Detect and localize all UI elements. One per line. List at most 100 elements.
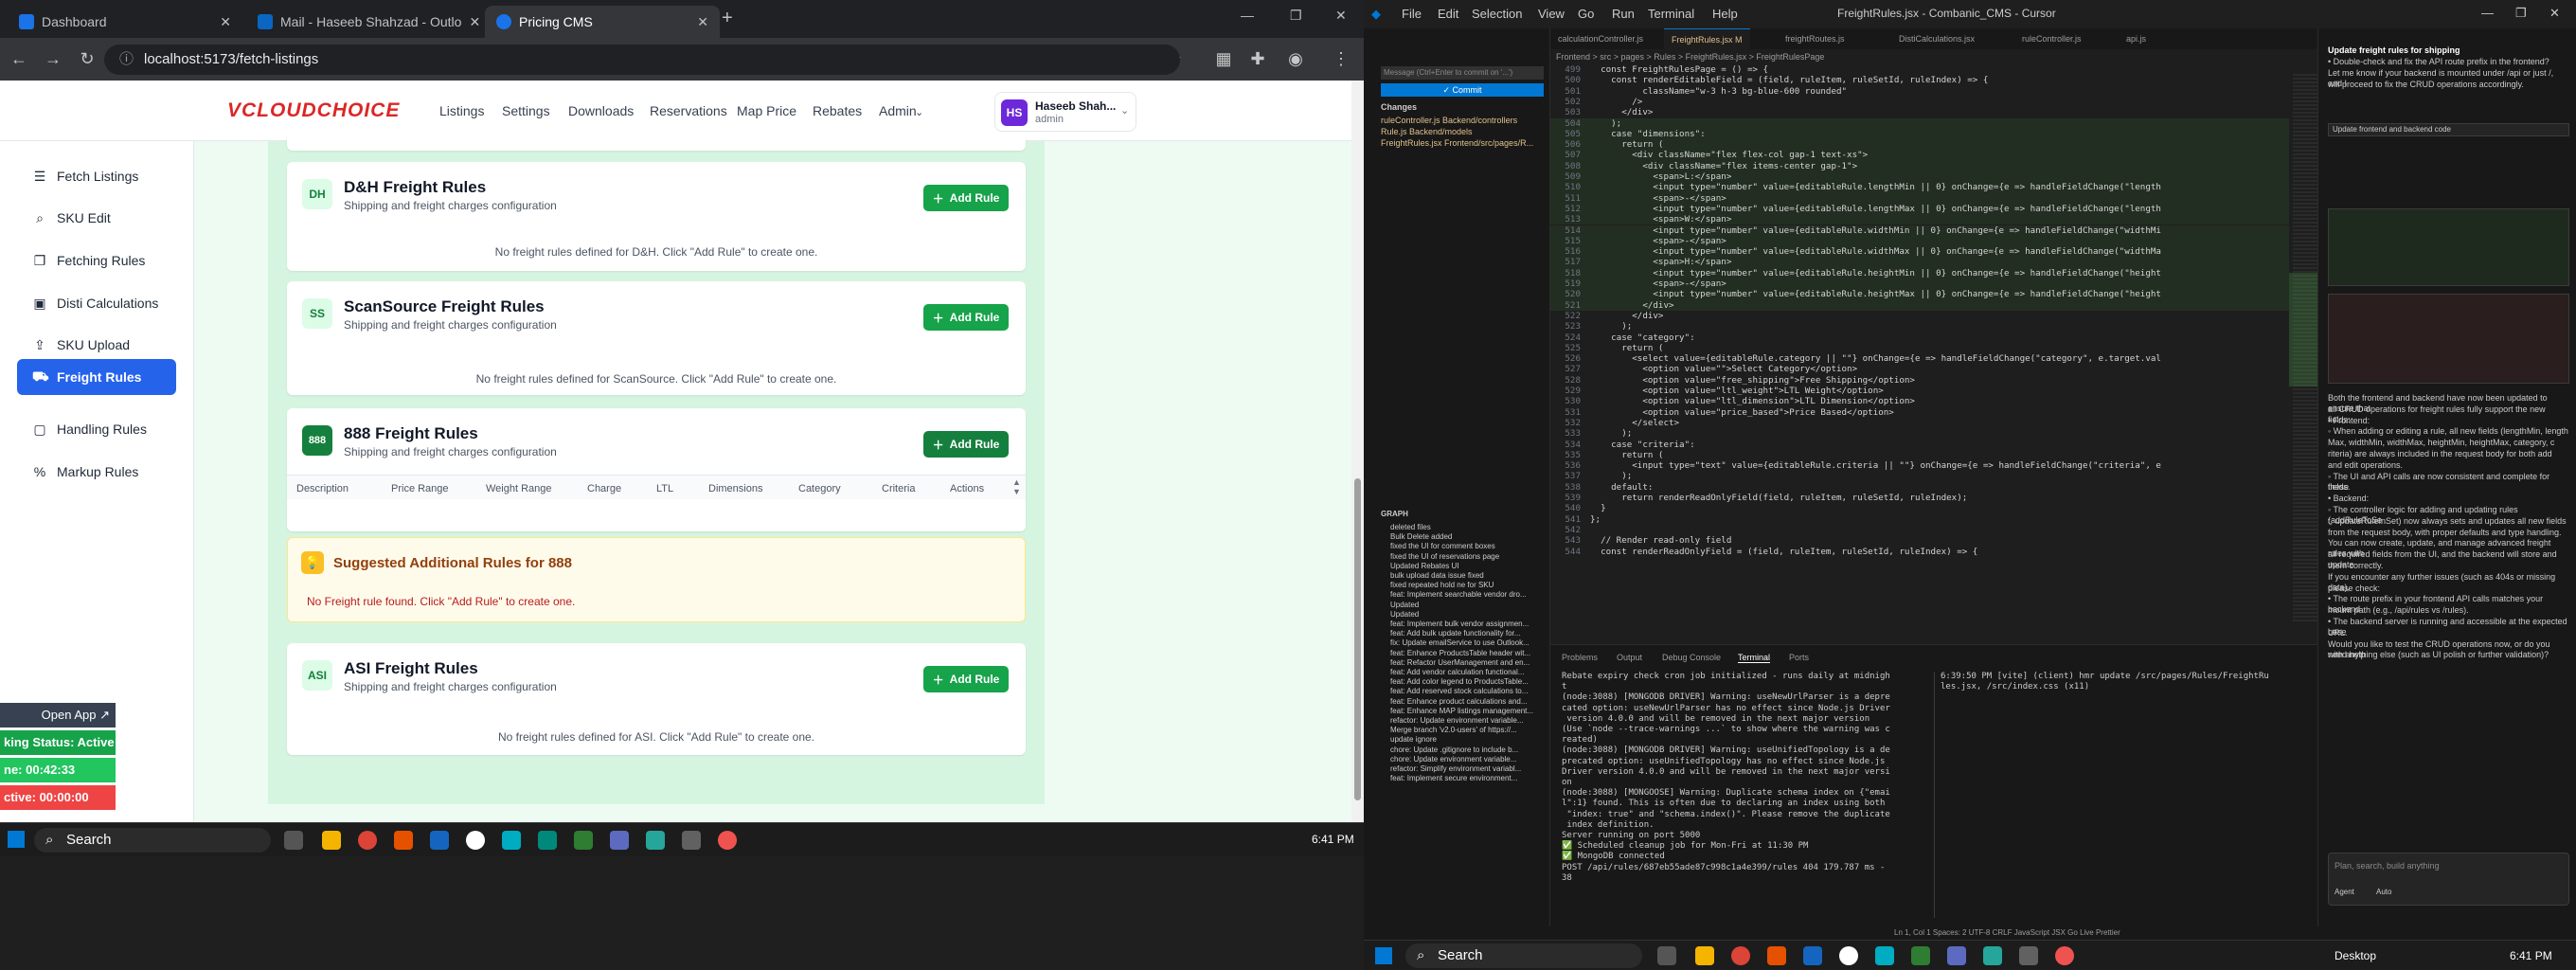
file-explorer-icon[interactable] <box>1695 946 1714 965</box>
code-line[interactable]: 532 </select> <box>1550 418 2289 428</box>
commit-item[interactable]: refactor: Simplify environment variabl..… <box>1381 764 1544 773</box>
code-line[interactable]: 520 <input type="number" value={editable… <box>1550 289 2289 300</box>
sidebar-item-handling-rules[interactable]: ▢ Handling Rules <box>17 411 176 447</box>
terminal-frontend[interactable]: 6:39:50 PM [vite] (client) hmr update /s… <box>1937 672 2278 918</box>
commit-item[interactable]: Bulk Delete added <box>1381 532 1544 541</box>
changed-file[interactable]: Rule.js Backend/models <box>1381 127 1544 136</box>
app-icon-8[interactable] <box>682 831 701 850</box>
commit-item[interactable]: fix: Update emailService to use Outlook.… <box>1381 638 1544 647</box>
address-bar[interactable]: ⓘ localhost:5173/fetch-listings <box>104 45 1180 75</box>
editor-tab[interactable]: api.js <box>2119 28 2154 49</box>
commit-item[interactable]: feat: Implement secure environment... <box>1381 774 1544 782</box>
commit-item[interactable]: deleted files <box>1381 523 1544 531</box>
code-line[interactable]: 499 const FreightRulesPage = () => { <box>1550 64 2289 75</box>
app-icon-1[interactable] <box>394 831 413 850</box>
sidebar-item-markup-rules[interactable]: % Markup Rules <box>17 454 176 490</box>
changes-header[interactable]: Changes <box>1381 102 1544 112</box>
commit-item[interactable]: feat: Add reserved stock calculations to… <box>1381 687 1544 695</box>
panel-tab-debug-console[interactable]: Debug Console <box>1662 653 1721 662</box>
app-icon-5[interactable] <box>1947 946 1966 965</box>
menu-terminal[interactable]: Terminal <box>1648 7 1694 21</box>
nav-settings[interactable]: Settings <box>502 103 550 118</box>
open-app-button[interactable]: Open App ↗ <box>0 703 116 728</box>
commit-item[interactable]: feat: Implement searchable vendor dro... <box>1381 590 1544 599</box>
code-line[interactable]: 500 const renderEditableField = (field, … <box>1550 75 2289 85</box>
close-icon[interactable]: ✕ <box>220 14 231 30</box>
forward-icon[interactable]: → <box>42 49 64 68</box>
code-line[interactable]: 516 <input type="number" value={editable… <box>1550 246 2289 258</box>
extensions-icon[interactable]: ▦ <box>1212 49 1235 68</box>
browser-tab-dashboard[interactable]: Dashboard ✕ <box>8 6 242 38</box>
commit-item[interactable]: Updated Rebates UI <box>1381 562 1544 570</box>
new-tab-icon[interactable]: + <box>722 8 733 29</box>
code-editor[interactable]: 499 const FreightRulesPage = () => {500 … <box>1550 64 2289 633</box>
code-line[interactable]: 530 <option value="ltl_dimension">LTL Di… <box>1550 396 2289 406</box>
commit-item[interactable]: update ignore <box>1381 735 1544 744</box>
table-scroll-icon[interactable]: ▲ ▼ <box>1012 477 1021 496</box>
terminal-backend[interactable]: Rebate expiry check cron job initialized… <box>1550 672 1929 918</box>
menu-edit[interactable]: Edit <box>1438 7 1458 21</box>
chrome-icon[interactable] <box>358 831 377 850</box>
code-line[interactable]: 537 ); <box>1550 471 2289 481</box>
minimize-icon[interactable]: — <box>1241 8 1254 23</box>
close-icon[interactable]: ✕ <box>469 14 480 30</box>
nav-rebates[interactable]: Rebates <box>813 103 862 118</box>
app-icon-5[interactable] <box>538 831 557 850</box>
changed-file[interactable]: FreightRules.jsx Frontend/src/pages/R... <box>1381 138 1544 148</box>
code-line[interactable]: 507 <div className="flex flex-col gap-1 … <box>1550 150 2289 161</box>
desktop-label[interactable]: Desktop <box>2334 949 2376 962</box>
browser-tab-pricing-cms[interactable]: Pricing CMS ✕ <box>485 6 720 38</box>
commit-item[interactable]: feat: Enhance MAP listings management... <box>1381 707 1544 715</box>
code-line[interactable]: 510 <input type="number" value={editable… <box>1550 182 2289 193</box>
code-line[interactable]: 538 default: <box>1550 482 2289 493</box>
editor-tab[interactable]: calculationController.js <box>1550 28 1651 49</box>
panel-tab-output[interactable]: Output <box>1617 653 1642 662</box>
panel-tab-ports[interactable]: Ports <box>1789 653 1809 662</box>
app-icon-1[interactable] <box>1767 946 1786 965</box>
nav-listings[interactable]: Listings <box>439 103 484 118</box>
code-diff-preview[interactable] <box>2328 208 2569 286</box>
code-line[interactable]: 518 <input type="number" value={editable… <box>1550 267 2289 278</box>
app-icon-3[interactable] <box>466 831 485 850</box>
task-view-icon[interactable] <box>1657 946 1676 965</box>
code-line[interactable]: 543 // Render read-only field <box>1550 535 2289 546</box>
nav-map-price[interactable]: Map Price <box>737 103 796 118</box>
sidebar-item-fetching-rules[interactable]: ❐ Fetching Rules <box>17 242 176 278</box>
chrome-icon[interactable] <box>1731 946 1750 965</box>
agent-mode-selector[interactable]: Agent <box>2334 888 2354 896</box>
code-line[interactable]: 521 </div> <box>1550 299 2289 311</box>
commit-item[interactable]: chore: Update environment variable... <box>1381 755 1544 763</box>
code-line[interactable]: 535 return ( <box>1550 450 2289 460</box>
editor-tab[interactable]: ruleController.js <box>2014 28 2089 49</box>
code-line[interactable]: 501 className="w-3 h-3 bg-blue-600 round… <box>1550 86 2289 97</box>
menu-go[interactable]: Go <box>1578 7 1594 21</box>
commit-item[interactable]: feat: Add color legend to ProductsTable.… <box>1381 677 1544 686</box>
chat-context-block[interactable]: Update frontend and backend code <box>2328 123 2569 136</box>
code-line[interactable]: 508 <div className="flex items-center ga… <box>1550 160 2289 171</box>
excel-icon[interactable] <box>1911 946 1930 965</box>
chat-input-box[interactable]: Plan, search, build anything Agent Auto <box>2328 853 2569 906</box>
code-line[interactable]: 536 <input type="text" value={editableRu… <box>1550 460 2289 471</box>
nav-admin[interactable]: Admin <box>879 103 917 118</box>
code-line[interactable]: 502 /> <box>1550 97 2289 107</box>
code-line[interactable]: 525 return ( <box>1550 343 2289 353</box>
commit-item[interactable]: chore: Update .gitignore to include b... <box>1381 745 1544 754</box>
add-rule-button[interactable]: ＋ Add Rule <box>923 185 1009 211</box>
excel-icon[interactable] <box>574 831 593 850</box>
task-view-icon[interactable] <box>284 831 303 850</box>
app-icon-4[interactable] <box>1875 946 1894 965</box>
code-line[interactable]: 506 return ( <box>1550 139 2289 151</box>
menu-run[interactable]: Run <box>1612 7 1635 21</box>
page-scrollbar[interactable] <box>1351 81 1364 826</box>
commit-item[interactable]: Updated <box>1381 601 1544 609</box>
reload-icon[interactable]: ↻ <box>76 49 98 68</box>
puzzle-icon[interactable]: ✚ <box>1246 49 1269 68</box>
code-line[interactable]: 533 ); <box>1550 428 2289 439</box>
clock[interactable]: 6:41 PM <box>2510 949 2552 962</box>
close-icon[interactable]: ✕ <box>697 14 708 30</box>
code-line[interactable]: 515 <span>-</span> <box>1550 235 2289 247</box>
nav-downloads[interactable]: Downloads <box>568 103 634 118</box>
code-diff-preview[interactable] <box>2328 294 2569 384</box>
model-selector[interactable]: Auto <box>2376 888 2391 896</box>
code-line[interactable]: 505 case "dimensions": <box>1550 128 2289 140</box>
